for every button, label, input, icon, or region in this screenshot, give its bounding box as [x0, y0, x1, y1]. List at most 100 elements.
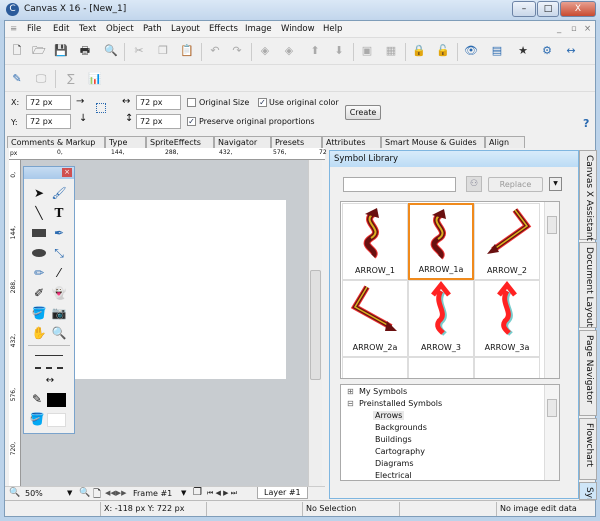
document-page[interactable] [74, 200, 286, 379]
paste-icon[interactable]: 📋 [179, 43, 195, 59]
menu-effects[interactable]: Effects [209, 24, 238, 34]
toolbox-close-icon[interactable]: × [62, 168, 72, 177]
tree-item-diagrams[interactable]: Diagrams [375, 459, 414, 468]
text-tool-icon[interactable]: T [50, 204, 68, 222]
symbol-arrow-3a[interactable]: ARROW_3a [474, 280, 540, 357]
layer-navigation-icon[interactable]: ⏮ ◀ ▶ ⏭ [207, 489, 237, 498]
symbol-partial[interactable] [342, 357, 408, 378]
x-input[interactable]: 72 px [26, 95, 71, 110]
tree-preinstalled-symbols[interactable]: Preinstalled Symbols [359, 399, 442, 408]
formula-icon[interactable]: ∑ [63, 71, 79, 87]
redo-icon[interactable]: ↷ [229, 43, 245, 59]
new-icon[interactable]: 🗋 [9, 43, 25, 59]
toolbox-titlebar[interactable]: × [24, 167, 74, 179]
line-style-solid[interactable] [35, 355, 63, 356]
use-original-color-checkbox[interactable]: ✓ [258, 98, 267, 107]
settings-icon[interactable]: ⚙ [539, 43, 555, 59]
hand-tool-icon[interactable]: ✋ [30, 324, 48, 342]
ghost-tool-icon[interactable]: 👻 [50, 284, 68, 302]
undo-icon[interactable]: ↶ [207, 43, 223, 59]
menu-path[interactable]: Path [143, 24, 162, 34]
stroke-ink-icon[interactable]: ✎ [28, 390, 46, 408]
tab-type[interactable]: Type [105, 136, 146, 148]
tab-comments-markup[interactable]: Comments & Markup [7, 136, 105, 148]
copy-icon[interactable]: ❐ [155, 43, 171, 59]
print-preview-icon[interactable]: 🔍 [103, 43, 119, 59]
brush-tool-icon[interactable]: 🖌 [50, 184, 68, 202]
binoculars-icon[interactable]: ⚇ [466, 176, 482, 192]
vertical-scrollbar[interactable] [308, 160, 322, 486]
symbol-arrow-3[interactable]: ARROW_3 [408, 280, 474, 357]
side-tab-symbol-library[interactable]: Sym [579, 482, 597, 500]
paint-bucket-tool-icon[interactable]: 🪣 [30, 304, 48, 322]
tab-smart-mouse-guides[interactable]: Smart Mouse & Guides [381, 136, 485, 148]
height-input[interactable]: 72 px [136, 114, 181, 129]
doc-minimize-button[interactable]: _ [557, 24, 561, 34]
tree-item-arrows[interactable]: Arrows [373, 411, 405, 420]
close-button[interactable]: X [560, 1, 596, 17]
maximize-button[interactable]: □ [537, 1, 559, 17]
preserve-proportions-checkbox[interactable]: ✓ [187, 117, 196, 126]
tree-item-electrical[interactable]: Electrical [375, 471, 412, 480]
tab-align[interactable]: Align [485, 136, 525, 148]
print-icon[interactable]: 🖶 [77, 43, 93, 59]
ungroup-icon[interactable]: ▦ [383, 43, 399, 59]
tab-navigator[interactable]: Navigator [214, 136, 271, 148]
frame-select[interactable]: Frame #1 [133, 489, 172, 498]
zoom-dropdown-icon[interactable]: ▼ [67, 489, 72, 497]
side-tab-document-layout[interactable]: Document Layout [579, 242, 597, 328]
pen-tool-icon[interactable]: ✒ [50, 224, 68, 242]
tree-item-backgrounds[interactable]: Backgrounds [375, 423, 427, 432]
layer-tab[interactable]: Layer #1 [257, 487, 308, 499]
frame-dropdown-icon[interactable]: ▼ [181, 489, 186, 497]
arrowheads-icon[interactable]: ↔ [38, 372, 62, 390]
symbol-arrow-1[interactable]: ARROW_1 [342, 203, 408, 280]
send-back-icon[interactable]: ◈ [281, 43, 297, 59]
rectangle-tool-icon[interactable] [30, 224, 48, 242]
expand-icon[interactable]: ⊞ [347, 387, 354, 396]
cut-icon[interactable]: ✂ [131, 43, 147, 59]
symbol-arrow-1a[interactable]: ARROW_1a [408, 203, 474, 280]
doc-restore-button[interactable]: ▫ [571, 24, 577, 34]
window-icon[interactable]: ▤ [489, 43, 505, 59]
menu-object[interactable]: Object [106, 24, 134, 34]
tree-scrollbar[interactable] [544, 385, 559, 480]
zoom-out-icon[interactable]: 🔍 [9, 488, 20, 498]
scrollbar-thumb[interactable] [310, 270, 321, 380]
camera-tool-icon[interactable]: 📷 [50, 304, 68, 322]
send-backward-icon[interactable]: ⬇ [331, 43, 347, 59]
symbol-arrow-2[interactable]: ARROW_2 [474, 203, 540, 280]
effects-icon[interactable]: ★ [515, 43, 531, 59]
replace-button[interactable]: Replace [488, 177, 543, 192]
chart-icon[interactable]: 📊 [87, 71, 103, 87]
bring-front-icon[interactable]: ◈ [257, 43, 273, 59]
ellipse-tool-icon[interactable] [30, 244, 48, 262]
view-icon[interactable]: 👁 [463, 43, 479, 59]
layers-icon[interactable]: ❐ [193, 487, 202, 498]
original-size-checkbox[interactable] [187, 98, 196, 107]
fit-width-icon[interactable]: ↔ [563, 43, 579, 59]
menu-text[interactable]: Text [79, 24, 96, 34]
side-tab-flowchart[interactable]: Flowchart [579, 418, 597, 480]
unlock-icon[interactable]: 🔓 [435, 43, 451, 59]
y-input[interactable]: 72 px [26, 114, 71, 129]
tree-my-symbols[interactable]: My Symbols [359, 387, 407, 396]
zoom-tool-icon[interactable]: 🔍 [50, 324, 68, 342]
tab-sprite-effects[interactable]: SpriteEffects [146, 136, 214, 148]
open-icon[interactable]: 🗁 [31, 43, 47, 59]
width-input[interactable]: 72 px [136, 95, 181, 110]
eraser-tool-icon[interactable]: ✐ [30, 284, 48, 302]
line-style-dashed[interactable] [35, 367, 63, 369]
save-icon[interactable]: 💾 [53, 43, 69, 59]
lock-icon[interactable]: 🔒 [411, 43, 427, 59]
minimize-button[interactable]: – [512, 1, 536, 17]
edit-document-icon[interactable]: ✎ [9, 71, 25, 87]
menu-edit[interactable]: Edit [53, 24, 69, 34]
side-tab-canvas-x-assistant[interactable]: Canvas X Assistant [579, 150, 597, 241]
pencil-tool-icon[interactable]: ✏ [30, 264, 48, 282]
menu-image[interactable]: Image [245, 24, 272, 34]
symbol-partial[interactable] [474, 357, 540, 378]
tab-presets[interactable]: Presets [271, 136, 322, 148]
symbol-search-input[interactable] [343, 177, 456, 192]
menu-layout[interactable]: Layout [171, 24, 200, 34]
